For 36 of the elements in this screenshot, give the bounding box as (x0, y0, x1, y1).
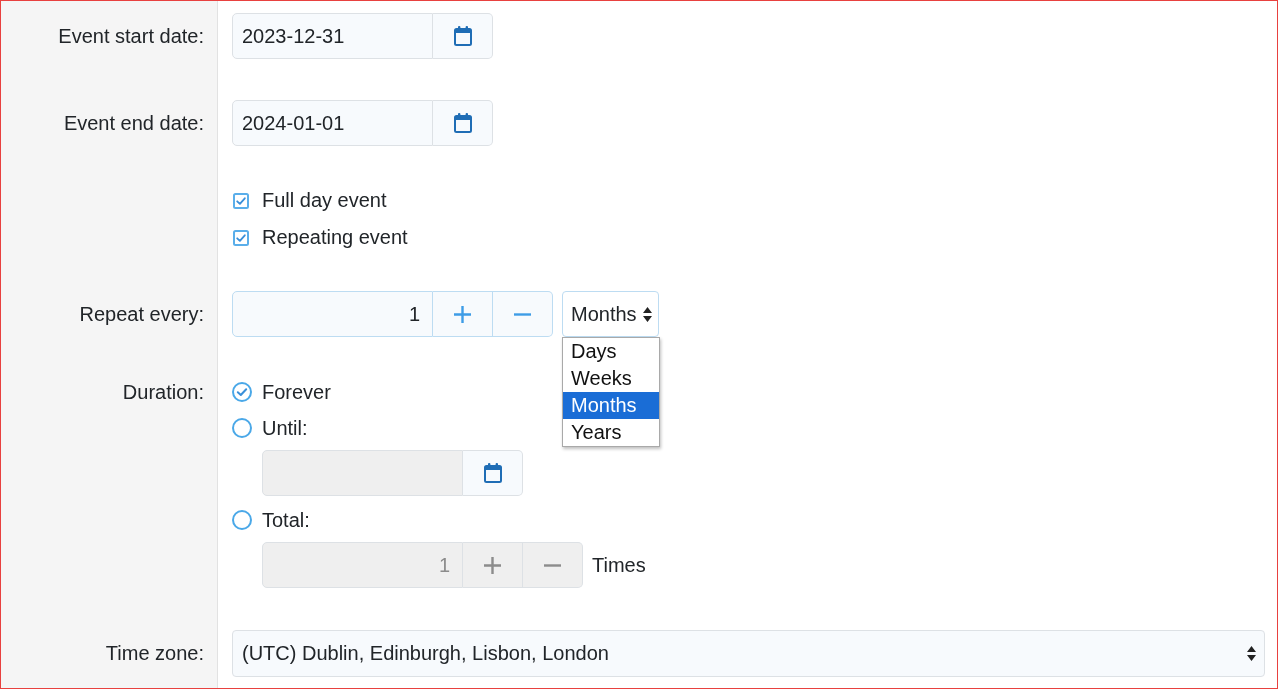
checkbox[interactable] (233, 192, 249, 209)
dropdown-option[interactable]: Years (563, 419, 659, 446)
calendar-icon (453, 26, 472, 46)
dropdown-option[interactable]: Days (563, 338, 659, 365)
field-label: Event end date: (63, 111, 204, 134)
minus-icon (514, 312, 531, 316)
plus-icon (454, 305, 471, 323)
increment-button[interactable] (463, 542, 523, 588)
calendar-icon (453, 113, 472, 133)
date-input[interactable]: 2024-01-01 (232, 100, 433, 146)
calendar-button[interactable] (433, 13, 493, 59)
plus-icon (484, 556, 501, 574)
calendar-button[interactable] (463, 450, 523, 496)
field-label: Event start date: (58, 24, 204, 47)
number-input[interactable]: 1 (232, 291, 433, 337)
radio-button[interactable] (232, 382, 252, 402)
checkbox-label[interactable]: Full day event (262, 189, 387, 212)
field-label: Repeat every: (79, 302, 204, 325)
increment-button[interactable] (433, 291, 493, 337)
radio-label[interactable]: Forever (262, 380, 331, 404)
unit-label: Times (592, 553, 646, 577)
checkbox-label[interactable]: Repeating event (262, 226, 408, 249)
sort-arrows-icon (643, 306, 652, 322)
calendar-icon (483, 463, 502, 483)
field-label: Time zone: (105, 642, 204, 664)
date-input[interactable]: 2023-12-31 (232, 13, 433, 59)
decrement-button[interactable] (493, 291, 553, 337)
calendar-button[interactable] (433, 100, 493, 146)
checkbox[interactable] (233, 229, 249, 246)
field-label: Duration: (122, 381, 204, 403)
timezone-select[interactable]: (UTC) Dublin, Edinburgh, Lisbon, London (232, 630, 1265, 677)
minus-icon (544, 563, 561, 567)
dropdown-option[interactable]: Months (563, 392, 659, 419)
unit-select[interactable]: Months (562, 291, 659, 337)
dropdown-option[interactable]: Weeks (563, 365, 659, 392)
sort-arrows-icon (1247, 646, 1256, 661)
